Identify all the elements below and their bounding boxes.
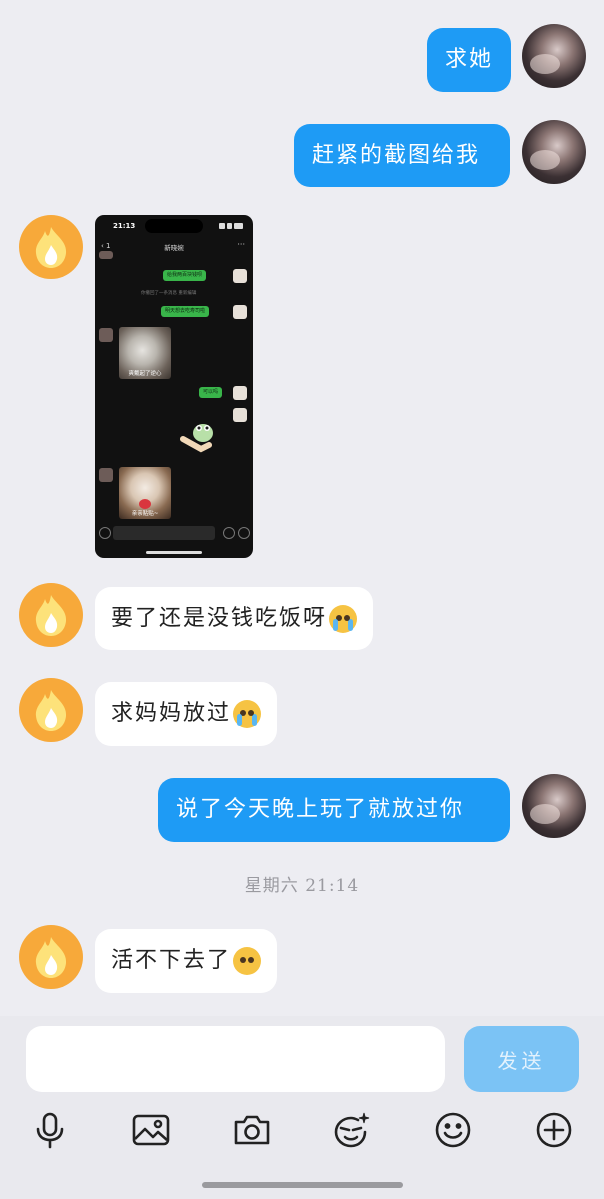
message-bubble[interactable]: 赶紧的截图给我 — [294, 124, 510, 187]
message-timestamp: 星期六 21:14 — [244, 876, 360, 896]
message-text: 求她 — [445, 47, 494, 72]
message-text: 活不下去了 — [111, 948, 232, 973]
message-bubble[interactable]: 要了还是没钱吃饭呀 — [95, 587, 374, 650]
loudly-crying-emoji — [329, 604, 358, 633]
flame-icon — [35, 227, 67, 268]
home-indicator[interactable] — [202, 1182, 403, 1188]
message-bubble[interactable]: 求妈妈放过 — [95, 682, 278, 746]
contact-avatar[interactable] — [19, 925, 83, 989]
screenshot-system-message: 你撤回了一条消息 重新编辑 — [141, 291, 197, 296]
image-icon[interactable] — [131, 1110, 171, 1150]
message-text: 赶紧的截图给我 — [312, 142, 481, 168]
composer-bar: 发送 — [0, 1016, 604, 1199]
microphone-icon[interactable] — [30, 1110, 70, 1150]
message-bubble[interactable]: 求她 — [427, 28, 512, 92]
parrot-sticker: 爽戴起了逆心 — [119, 327, 171, 379]
screenshot-message: 可以吗 — [199, 387, 223, 398]
screenshot-my-avatar — [233, 305, 247, 319]
more-icon: ··· — [237, 240, 245, 249]
screenshot-message: 明天想去吃寿司啦 — [161, 306, 210, 317]
cat-sticker: 亲亲贴贴~ — [119, 467, 171, 519]
message-input[interactable] — [26, 1026, 445, 1092]
screenshot-my-avatar — [233, 408, 247, 422]
message-text: 求妈妈放过 — [111, 701, 232, 726]
screenshot-status-time: 21:13 — [113, 222, 136, 230]
send-button[interactable]: 发送 — [464, 1026, 579, 1092]
contact-avatar[interactable] — [19, 678, 83, 742]
emoji-icon[interactable] — [433, 1110, 473, 1150]
message-text: 要了还是没钱吃饭呀 — [111, 605, 328, 631]
screenshot-contact-avatar — [99, 328, 113, 342]
message-bubble[interactable]: 说了今天晚上玩了就放过你 — [158, 778, 510, 842]
screenshot-home-indicator — [146, 551, 202, 554]
contact-avatar[interactable] — [19, 583, 83, 647]
screenshot-plus-icon — [238, 527, 250, 539]
status-bar-icons — [219, 223, 243, 229]
screenshot-my-avatar — [233, 269, 247, 283]
message-bubble[interactable]: 活不下去了 — [95, 929, 278, 993]
screenshot-chat-title: 新晓婉 — [164, 244, 184, 252]
pleading-face-emoji — [233, 947, 262, 975]
screenshot-contact-avatar — [99, 468, 113, 482]
screenshot-input — [113, 526, 215, 540]
chat-area[interactable]: 求她 赶紧的截图给我 21:13 ‹ 1 新晓婉 ··· 给我两百块钱呗 你撤回… — [0, 0, 604, 1016]
contact-avatar[interactable] — [19, 215, 83, 279]
plus-icon[interactable] — [534, 1110, 574, 1150]
screenshot-voice-icon — [99, 527, 111, 539]
screenshot-my-avatar — [233, 386, 247, 400]
shared-screenshot-image[interactable]: 21:13 ‹ 1 新晓婉 ··· 给我两百块钱呗 你撤回了一条消息 重新编辑 … — [95, 215, 253, 558]
message-text: 说了今天晚上玩了就放过你 — [176, 797, 465, 822]
my-avatar[interactable] — [522, 120, 586, 184]
loudly-crying-emoji — [233, 700, 262, 728]
sticker-icon[interactable] — [332, 1110, 372, 1150]
screenshot-message: 给我两百块钱呗 — [163, 270, 207, 281]
my-avatar[interactable] — [522, 774, 586, 838]
screenshot-contact-avatar — [99, 251, 113, 259]
phone-notch — [145, 219, 203, 233]
flame-icon — [35, 595, 67, 636]
flame-icon — [35, 690, 67, 731]
flame-icon — [35, 937, 67, 978]
screenshot-emoji-icon — [223, 527, 235, 539]
frog-sticker — [180, 424, 213, 453]
my-avatar[interactable] — [522, 24, 586, 88]
camera-icon[interactable] — [232, 1110, 272, 1150]
